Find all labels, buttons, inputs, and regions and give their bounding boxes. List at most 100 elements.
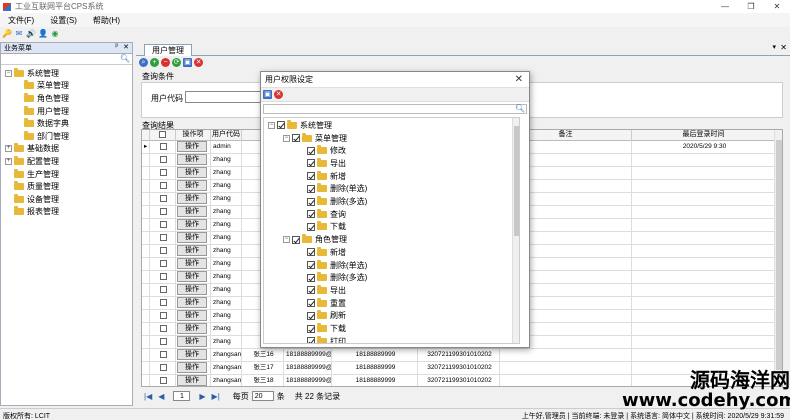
permission-node[interactable]: − 系统管理: [268, 119, 332, 132]
delete-icon[interactable]: −: [161, 58, 170, 67]
row-checkbox[interactable]: [160, 311, 167, 319]
permission-checkbox[interactable]: [307, 261, 315, 270]
dialog-close-button[interactable]: ✕: [515, 72, 523, 88]
sidebar-item[interactable]: + 配置管理: [1, 155, 132, 168]
grid-scrollbar[interactable]: [774, 130, 782, 386]
tab-close-icon[interactable]: ✕: [780, 43, 787, 52]
close-window-button[interactable]: ✕: [764, 0, 790, 13]
row-operate-button[interactable]: 操作: [177, 336, 207, 347]
permission-checkbox[interactable]: [307, 286, 315, 295]
row-checkbox[interactable]: [160, 324, 167, 332]
permission-checkbox[interactable]: [307, 184, 315, 193]
row-operate-button[interactable]: 操作: [177, 271, 207, 282]
sidebar-item[interactable]: 角色管理: [1, 92, 132, 105]
permission-checkbox[interactable]: [277, 121, 285, 130]
expander-icon[interactable]: −: [283, 236, 290, 244]
permission-checkbox[interactable]: [307, 337, 315, 343]
sidebar-item[interactable]: − 系统管理: [1, 67, 132, 80]
row-checkbox[interactable]: [160, 285, 167, 293]
row-operate-button[interactable]: 操作: [177, 141, 207, 152]
last-page-button[interactable]: ▶|: [212, 392, 220, 401]
row-operate-button[interactable]: 操作: [177, 297, 207, 308]
row-checkbox[interactable]: [160, 363, 167, 371]
row-checkbox[interactable]: [160, 246, 167, 254]
key-icon[interactable]: 🔑: [2, 29, 12, 39]
menu-file[interactable]: 文件(F): [0, 15, 42, 26]
expander-icon[interactable]: +: [5, 145, 12, 153]
sidebar-item[interactable]: 用户管理: [1, 105, 132, 118]
permission-node[interactable]: 重置: [298, 297, 346, 310]
permission-node[interactable]: 查询: [298, 208, 346, 221]
row-operate-button[interactable]: 操作: [177, 245, 207, 256]
permission-checkbox[interactable]: [307, 248, 315, 257]
select-all-checkbox[interactable]: [159, 130, 166, 138]
sidebar-item[interactable]: 生产管理: [1, 168, 132, 181]
row-operate-button[interactable]: 操作: [177, 206, 207, 217]
permission-node[interactable]: 打印: [298, 335, 346, 343]
row-checkbox[interactable]: [160, 155, 167, 163]
row-checkbox[interactable]: [160, 220, 167, 228]
tree-scrollbar[interactable]: [512, 118, 519, 343]
expander-icon[interactable]: −: [5, 69, 12, 77]
row-operate-button[interactable]: 操作: [177, 284, 207, 295]
mail-icon[interactable]: ✉: [14, 29, 24, 39]
row-operate-button[interactable]: 操作: [177, 154, 207, 165]
row-checkbox[interactable]: [160, 142, 167, 150]
row-checkbox[interactable]: [160, 337, 167, 345]
permission-checkbox[interactable]: [307, 172, 315, 181]
permission-node[interactable]: − 菜单管理: [283, 132, 347, 145]
permission-node[interactable]: 下载: [298, 322, 346, 335]
row-checkbox[interactable]: [160, 168, 167, 176]
dialog-search-input[interactable]: 🔍︎: [263, 104, 527, 114]
sidebar-item[interactable]: 菜单管理: [1, 80, 132, 93]
row-checkbox[interactable]: [160, 181, 167, 189]
row-operate-button[interactable]: 操作: [177, 180, 207, 191]
row-checkbox[interactable]: [160, 376, 167, 384]
permission-node[interactable]: 删除(单选): [298, 183, 367, 196]
row-checkbox[interactable]: [160, 194, 167, 202]
row-operate-button[interactable]: 操作: [177, 362, 207, 373]
permission-checkbox[interactable]: [307, 159, 315, 168]
row-operate-button[interactable]: 操作: [177, 258, 207, 269]
close-icon[interactable]: ✕: [194, 58, 203, 67]
permission-node[interactable]: 删除(多选): [298, 195, 367, 208]
sidebar-item[interactable]: 质量管理: [1, 180, 132, 193]
row-operate-button[interactable]: 操作: [177, 375, 207, 386]
row-operate-button[interactable]: 操作: [177, 232, 207, 243]
row-operate-button[interactable]: 操作: [177, 219, 207, 230]
row-checkbox[interactable]: [160, 259, 167, 267]
sidebar-item[interactable]: + 基础数据: [1, 143, 132, 156]
row-operate-button[interactable]: 操作: [177, 323, 207, 334]
permission-node[interactable]: 新增: [298, 246, 346, 259]
minimize-button[interactable]: —: [712, 0, 738, 13]
sidebar-item[interactable]: 部门管理: [1, 130, 132, 143]
row-checkbox[interactable]: [160, 298, 167, 306]
row-operate-button[interactable]: 操作: [177, 349, 207, 360]
permission-checkbox[interactable]: [307, 222, 315, 231]
row-checkbox[interactable]: [160, 233, 167, 241]
expander-icon[interactable]: +: [5, 157, 12, 165]
permission-checkbox[interactable]: [307, 210, 315, 219]
permission-checkbox[interactable]: [292, 134, 300, 143]
menu-settings[interactable]: 设置(S): [42, 15, 85, 26]
expander-icon[interactable]: −: [268, 121, 275, 129]
restore-button[interactable]: ❐: [738, 0, 764, 13]
permission-checkbox[interactable]: [307, 146, 315, 155]
row-operate-button[interactable]: 操作: [177, 193, 207, 204]
close-icon[interactable]: ✕: [274, 90, 283, 99]
permission-checkbox[interactable]: [292, 235, 300, 244]
permission-node[interactable]: 删除(单选): [298, 259, 367, 272]
tree-scroll-thumb[interactable]: [514, 126, 519, 236]
user-icon[interactable]: 👤: [38, 29, 48, 39]
row-checkbox[interactable]: [160, 272, 167, 280]
permission-node[interactable]: 修改: [298, 144, 346, 157]
grid-header-select[interactable]: [150, 130, 176, 141]
tab-menu-icon[interactable]: ▾: [772, 43, 776, 51]
permission-node[interactable]: 刷新: [298, 310, 346, 323]
permission-node[interactable]: − 角色管理: [283, 233, 347, 246]
search-icon[interactable]: 🔍︎: [515, 104, 525, 113]
next-page-button[interactable]: ▶: [199, 392, 205, 401]
sidebar-item[interactable]: 报表管理: [1, 206, 132, 219]
add-icon[interactable]: +: [150, 58, 159, 67]
row-operate-button[interactable]: 操作: [177, 167, 207, 178]
